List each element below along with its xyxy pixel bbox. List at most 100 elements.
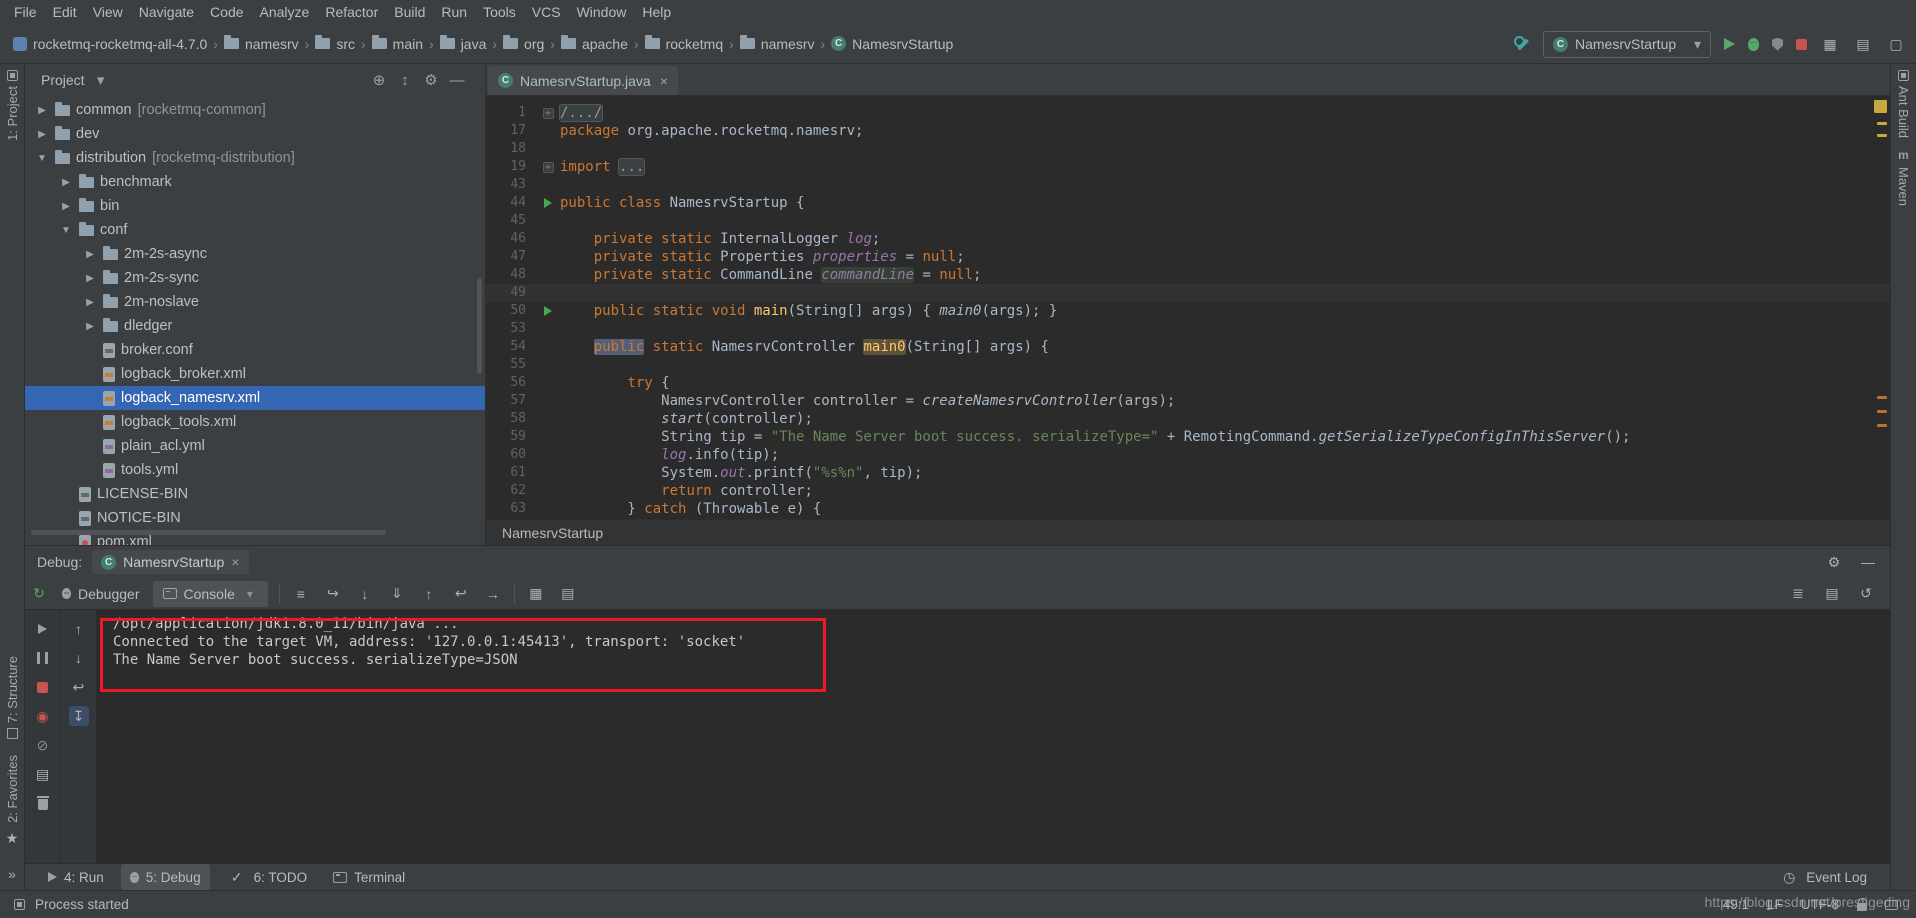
grid2-icon[interactable]: ▤ [558,584,578,604]
debug-button[interactable] [1748,38,1759,51]
code-line-54[interactable]: 54 public static NamesrvController main0… [486,338,1890,356]
code-line-48[interactable]: 48 private static CommandLine commandLin… [486,266,1890,284]
tree-expand-icon[interactable]: ▶ [35,129,49,140]
debug-session-tab[interactable]: C NamesrvStartup × [92,550,248,574]
tree-item-logback-tools-xml[interactable]: logback_tools.xml [25,410,485,434]
setup-wrench-icon[interactable] [1514,36,1530,52]
line-number[interactable]: 53 [486,320,536,338]
layout-icon[interactable]: ▤ [1822,584,1842,604]
tree-item-common[interactable]: ▶common [rocketmq-common] [25,98,485,122]
code-line-49[interactable]: 49 [486,284,1890,302]
tree-expand-icon[interactable]: ▶ [83,297,97,308]
slot-down[interactable]: ↓ [69,648,89,668]
coverage-button[interactable] [1772,38,1783,51]
breadcrumb-item-src[interactable]: src [312,36,358,52]
scroll-from-source-icon[interactable]: ↕ [395,70,415,90]
line-number[interactable]: 1 [486,104,536,122]
tree-expand-icon[interactable]: ▶ [83,273,97,284]
grid-icon[interactable]: ▦ [1820,34,1840,54]
code-line-17[interactable]: 17package org.apache.rocketmq.namesrv; [486,122,1890,140]
stripe-button-maven[interactable]: mMaven [1896,148,1911,206]
breadcrumb-item-namesrvstartup[interactable]: CNamesrvStartup [828,36,956,52]
line-number[interactable]: 43 [486,176,536,194]
code-line-63[interactable]: 63 } catch (Throwable e) { [486,500,1890,518]
tree-item-tools-yml[interactable]: tools.yml [25,458,485,482]
line-number[interactable]: 17 [486,122,536,140]
toolwindow-button-4-run[interactable]: 4: Run [39,864,113,890]
breadcrumb-item-rocketmq[interactable]: rocketmq [642,36,727,52]
breadcrumb-item-namesrv[interactable]: namesrv [221,36,302,52]
line-number[interactable]: 60 [486,446,536,464]
rerun-icon[interactable]: ↻ [29,584,49,604]
code-line-18[interactable]: 18 [486,140,1890,158]
tree-expand-icon[interactable]: ▶ [83,249,97,260]
breadcrumb-item-apache[interactable]: apache [558,36,631,52]
line-number[interactable]: 59 [486,428,536,446]
tree-item-dev[interactable]: ▶dev [25,122,485,146]
menu-item-help[interactable]: Help [634,2,679,22]
code-line-44[interactable]: 44public class NamesrvStartup { [486,194,1890,212]
tree-item-logback-namesrv-xml[interactable]: logback_namesrv.xml [25,386,485,410]
gear-icon[interactable]: ⚙ [421,70,441,90]
menu-item-file[interactable]: File [6,2,45,22]
run-gutter-icon[interactable] [536,194,560,212]
tree-item-2m-2s-async[interactable]: ▶2m-2s-async [25,242,485,266]
debug-view-tab-console[interactable]: Console▾ [153,581,268,607]
layout-icon[interactable]: ▤ [1853,34,1873,54]
code-editor[interactable]: 1+/.../17package org.apache.rocketmq.nam… [486,96,1890,519]
slot-scrollend[interactable]: ↧ [69,706,89,726]
line-number[interactable]: 48 [486,266,536,284]
tree-item-license-bin[interactable]: LICENSE-BIN [25,482,485,506]
line-number[interactable]: 46 [486,230,536,248]
tree-collapse-icon[interactable]: ▼ [35,153,49,164]
slot-up[interactable]: ↑ [69,619,89,639]
menu-item-analyze[interactable]: Analyze [252,2,318,22]
code-line-59[interactable]: 59 String tip = "The Name Server boot su… [486,428,1890,446]
run-config-select[interactable]: C NamesrvStartup ▾ [1543,31,1711,58]
line-number[interactable]: 45 [486,212,536,230]
evaluate-icon[interactable]: ▦ [526,584,546,604]
stripe-button-ant-build[interactable]: Ant Build [1896,70,1911,138]
line-number[interactable]: 63 [486,500,536,518]
dropframe-icon[interactable]: ↩ [451,584,471,604]
toolwindow-button-5-debug[interactable]: 5: Debug [121,864,210,890]
code-line-58[interactable]: 58 start(controller); [486,410,1890,428]
toolwindow-switcher-icon[interactable] [14,899,25,910]
close-icon[interactable]: × [231,554,239,570]
slot-trash[interactable] [33,793,53,813]
stripe-button-1-project[interactable]: 1: Project [5,70,20,141]
stepout-icon[interactable]: ↑ [419,584,439,604]
slot-mute[interactable]: ⊘ [33,735,53,755]
stepinto-icon[interactable]: ↓ [355,584,375,604]
stop-button[interactable] [1796,39,1807,50]
tree-item-notice-bin[interactable]: NOTICE-BIN [25,506,485,530]
menu-item-run[interactable]: Run [433,2,475,22]
locate-icon[interactable]: ⊕ [369,70,389,90]
code-line-53[interactable]: 53 [486,320,1890,338]
line-number[interactable]: 44 [486,194,536,212]
run-button[interactable] [1724,38,1735,50]
code-line-50[interactable]: 50 public static void main(String[] args… [486,302,1890,320]
tree-item-dledger[interactable]: ▶dledger [25,314,485,338]
code-line-43[interactable]: 43 [486,176,1890,194]
breadcrumb-item-namesrv[interactable]: namesrv [737,36,818,52]
close-icon[interactable]: × [660,73,668,89]
tree-item-2m-noslave[interactable]: ▶2m-noslave [25,290,485,314]
code-line-62[interactable]: 62 return controller; [486,482,1890,500]
stepover-icon[interactable]: ↪ [323,584,343,604]
menu-item-navigate[interactable]: Navigate [131,2,202,22]
project-vertical-scrollbar[interactable] [477,278,482,374]
minimize-icon[interactable]: — [1858,552,1878,572]
slot-pause[interactable] [33,648,53,668]
line-number[interactable]: 56 [486,374,536,392]
fold-gutter-icon[interactable]: + [536,158,560,176]
code-line-1[interactable]: 1+/.../ [486,104,1890,122]
slot-resume[interactable] [33,619,53,639]
tree-expand-icon[interactable]: ▶ [35,105,49,116]
code-line-45[interactable]: 45 [486,212,1890,230]
menu-item-code[interactable]: Code [202,2,251,22]
breadcrumb-item-rocketmq-rocketmq-all-4-7-0[interactable]: rocketmq-rocketmq-all-4.7.0 [10,36,210,52]
menu-item-view[interactable]: View [85,2,131,22]
chevron-down-icon[interactable]: ▾ [91,70,111,90]
gear-icon[interactable]: ⚙ [1824,552,1844,572]
